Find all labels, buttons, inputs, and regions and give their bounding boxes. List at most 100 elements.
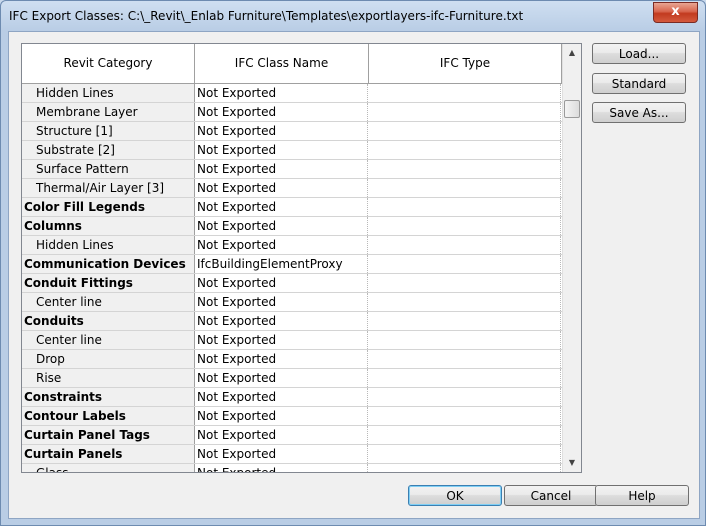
table-row[interactable]: Constraints Not Exported xyxy=(22,388,562,407)
ifc-type-cell[interactable] xyxy=(369,255,561,273)
help-button[interactable]: Help xyxy=(595,485,689,506)
revit-category-cell[interactable]: Structure [1] xyxy=(22,122,195,140)
ifc-type-cell[interactable] xyxy=(369,464,561,472)
scrollbar-thumb[interactable] xyxy=(564,100,580,118)
ifc-class-name-cell[interactable]: Not Exported xyxy=(195,331,368,349)
ifc-class-name-cell[interactable]: Not Exported xyxy=(195,388,368,406)
close-button[interactable]: x xyxy=(653,2,698,23)
ifc-class-name-cell[interactable]: Not Exported xyxy=(195,84,368,102)
ifc-type-cell[interactable] xyxy=(369,236,561,254)
revit-category-cell[interactable]: Glass xyxy=(22,464,195,472)
ok-button[interactable]: OK xyxy=(408,485,502,506)
revit-category-cell[interactable]: Hidden Lines xyxy=(22,84,195,102)
table-row[interactable]: Contour Labels Not Exported xyxy=(22,407,562,426)
ifc-type-cell[interactable] xyxy=(369,198,561,216)
ifc-type-cell[interactable] xyxy=(369,122,561,140)
table-row[interactable]: Substrate [2] Not Exported xyxy=(22,141,562,160)
standard-button[interactable]: Standard xyxy=(592,73,686,94)
scroll-up-arrow[interactable]: ▲ xyxy=(563,44,581,61)
ifc-type-cell[interactable] xyxy=(369,274,561,292)
table-row[interactable]: Columns Not Exported xyxy=(22,217,562,236)
ifc-class-name-cell[interactable]: Not Exported xyxy=(195,407,368,425)
revit-category-cell[interactable]: Communication Devices xyxy=(22,255,195,273)
ifc-type-cell[interactable] xyxy=(369,350,561,368)
ifc-class-name-cell[interactable]: Not Exported xyxy=(195,445,368,463)
ifc-class-name-cell[interactable]: Not Exported xyxy=(195,312,368,330)
table-row[interactable]: Structure [1] Not Exported xyxy=(22,122,562,141)
ifc-class-name-cell[interactable]: Not Exported xyxy=(195,369,368,387)
ifc-type-cell[interactable] xyxy=(369,103,561,121)
revit-category-cell[interactable]: Substrate [2] xyxy=(22,141,195,159)
ifc-class-name-cell[interactable]: Not Exported xyxy=(195,103,368,121)
revit-category-cell[interactable]: Conduits xyxy=(22,312,195,330)
revit-category-cell[interactable]: Conduit Fittings xyxy=(22,274,195,292)
revit-category-cell[interactable]: Surface Pattern xyxy=(22,160,195,178)
ifc-type-cell[interactable] xyxy=(369,426,561,444)
ifc-type-cell[interactable] xyxy=(369,331,561,349)
revit-category-cell[interactable]: Hidden Lines xyxy=(22,236,195,254)
table-row[interactable]: Membrane Layer Not Exported xyxy=(22,103,562,122)
ifc-class-name-cell[interactable]: Not Exported xyxy=(195,426,368,444)
revit-category-cell[interactable]: Rise xyxy=(22,369,195,387)
revit-category-cell[interactable]: Constraints xyxy=(22,388,195,406)
ifc-class-name-cell[interactable]: IfcBuildingElementProxy xyxy=(195,255,368,273)
table-row[interactable]: Center line Not Exported xyxy=(22,293,562,312)
revit-category-cell[interactable]: Thermal/Air Layer [3] xyxy=(22,179,195,197)
table-row[interactable]: Drop Not Exported xyxy=(22,350,562,369)
revit-category-cell[interactable]: Curtain Panels xyxy=(22,445,195,463)
revit-category-cell[interactable]: Columns xyxy=(22,217,195,235)
ifc-type-cell[interactable] xyxy=(369,84,561,102)
revit-category-cell[interactable]: Membrane Layer xyxy=(22,103,195,121)
load-button[interactable]: Load... xyxy=(592,43,686,64)
revit-category-label: Conduit Fittings xyxy=(24,276,133,290)
column-header-ifc-type[interactable]: IFC Type xyxy=(369,44,562,83)
column-header-revit-category[interactable]: Revit Category xyxy=(22,44,195,83)
ifc-class-name-cell[interactable]: Not Exported xyxy=(195,217,368,235)
ifc-class-name-cell[interactable]: Not Exported xyxy=(195,122,368,140)
ifc-type-cell[interactable] xyxy=(369,407,561,425)
revit-category-cell[interactable]: Center line xyxy=(22,293,195,311)
cancel-button[interactable]: Cancel xyxy=(504,485,598,506)
ifc-type-cell[interactable] xyxy=(369,388,561,406)
table-row[interactable]: Color Fill Legends Not Exported xyxy=(22,198,562,217)
ifc-type-cell[interactable] xyxy=(369,369,561,387)
revit-category-cell[interactable]: Center line xyxy=(22,331,195,349)
table-row[interactable]: Curtain Panel Tags Not Exported xyxy=(22,426,562,445)
ifc-type-cell[interactable] xyxy=(369,179,561,197)
vertical-scrollbar[interactable]: ▲ ▼ xyxy=(562,44,581,472)
table-row[interactable]: Communication Devices IfcBuildingElementP… xyxy=(22,255,562,274)
ifc-type-cell[interactable] xyxy=(369,217,561,235)
ifc-class-name-cell[interactable]: Not Exported xyxy=(195,160,368,178)
table-row[interactable]: Surface Pattern Not Exported xyxy=(22,160,562,179)
revit-category-label: Curtain Panel Tags xyxy=(24,428,150,442)
ifc-class-name-cell[interactable]: Not Exported xyxy=(195,464,368,472)
revit-category-cell[interactable]: Curtain Panel Tags xyxy=(22,426,195,444)
table-row[interactable]: Glass Not Exported xyxy=(22,464,562,472)
column-header-ifc-class-name[interactable]: IFC Class Name xyxy=(195,44,369,83)
table-row[interactable]: Curtain Panels Not Exported xyxy=(22,445,562,464)
table-row[interactable]: Center line Not Exported xyxy=(22,331,562,350)
table-row[interactable]: Hidden Lines Not Exported xyxy=(22,84,562,103)
ifc-type-cell[interactable] xyxy=(369,445,561,463)
revit-category-cell[interactable]: Contour Labels xyxy=(22,407,195,425)
table-row[interactable]: Rise Not Exported xyxy=(22,369,562,388)
ifc-class-name-cell[interactable]: Not Exported xyxy=(195,198,368,216)
table-row[interactable]: Conduit Fittings Not Exported xyxy=(22,274,562,293)
table-row[interactable]: Thermal/Air Layer [3] Not Exported xyxy=(22,179,562,198)
table-row[interactable]: Hidden Lines Not Exported xyxy=(22,236,562,255)
ifc-class-name-cell[interactable]: Not Exported xyxy=(195,236,368,254)
revit-category-cell[interactable]: Color Fill Legends xyxy=(22,198,195,216)
ifc-class-name-cell[interactable]: Not Exported xyxy=(195,350,368,368)
ifc-class-name-cell[interactable]: Not Exported xyxy=(195,293,368,311)
save-as-button[interactable]: Save As... xyxy=(592,102,686,123)
scroll-down-arrow[interactable]: ▼ xyxy=(563,454,581,471)
ifc-type-cell[interactable] xyxy=(369,160,561,178)
ifc-class-name-cell[interactable]: Not Exported xyxy=(195,179,368,197)
ifc-type-cell[interactable] xyxy=(369,312,561,330)
ifc-class-name-cell[interactable]: Not Exported xyxy=(195,141,368,159)
table-row[interactable]: Conduits Not Exported xyxy=(22,312,562,331)
ifc-type-cell[interactable] xyxy=(369,293,561,311)
revit-category-cell[interactable]: Drop xyxy=(22,350,195,368)
ifc-class-name-cell[interactable]: Not Exported xyxy=(195,274,368,292)
ifc-type-cell[interactable] xyxy=(369,141,561,159)
